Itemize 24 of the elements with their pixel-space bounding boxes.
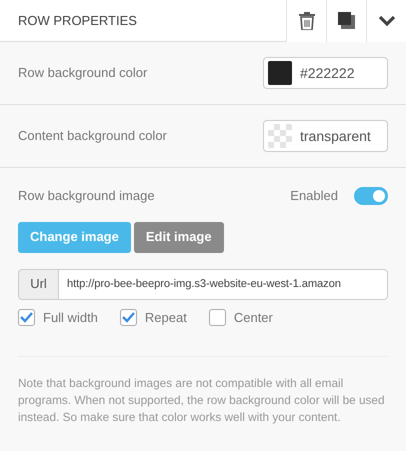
- trash-icon: [298, 12, 314, 30]
- enabled-toggle[interactable]: [354, 186, 388, 205]
- checkbox[interactable]: [120, 308, 137, 326]
- color-field[interactable]: #222222: [263, 57, 388, 89]
- checkbox-label: Repeat: [144, 308, 187, 327]
- chevron-down-icon: [378, 15, 396, 26]
- url-field[interactable]: http://pro-bee-beepro-img.s3-website-eu-west-1.amazon: [59, 268, 388, 300]
- color-field[interactable]: transparent: [263, 120, 388, 152]
- url-addon: Url: [18, 268, 59, 300]
- checkbox-label: Full width: [43, 308, 98, 326]
- collapse-button[interactable]: [366, 0, 406, 42]
- panel-title: ROW PROPERTIES: [17, 12, 138, 30]
- copy-icon: [338, 12, 355, 29]
- note-text: Note that background images are not compatible with all email programs. When not supported, the row background color will be used instead. So make sure that color works well with your content.: [18, 375, 386, 426]
- checkbox[interactable]: [18, 308, 35, 326]
- checkbox[interactable]: [208, 308, 226, 326]
- field-label: Row background image: [18, 187, 155, 205]
- field-label: Row background color: [18, 64, 148, 82]
- field-label: Content background color: [18, 127, 167, 146]
- delete-button[interactable]: [286, 0, 326, 42]
- checkbox-label: Center: [234, 308, 273, 326]
- toggle-label: Enabled: [290, 187, 338, 205]
- transparent-swatch: [268, 124, 292, 148]
- duplicate-button[interactable]: [326, 0, 366, 42]
